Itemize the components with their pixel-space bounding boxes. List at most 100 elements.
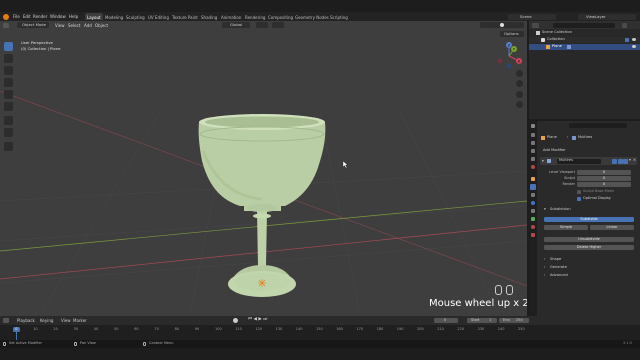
menu-object[interactable]: Object [95, 23, 108, 28]
eye-icon[interactable] [632, 38, 636, 41]
rotate-tool[interactable] [4, 78, 13, 87]
snap-toggle[interactable] [256, 22, 268, 28]
simple-button[interactable]: Simple [544, 225, 588, 230]
menu-view[interactable]: View [61, 319, 71, 323]
filter-icon[interactable] [622, 22, 627, 28]
linear-button[interactable]: Linear [590, 225, 634, 230]
pan-icon[interactable] [516, 80, 523, 87]
menu-add[interactable]: Add [84, 23, 92, 28]
menu-view[interactable]: View [55, 23, 65, 28]
properties-search-input[interactable] [569, 123, 627, 128]
menu-keying[interactable]: Keying [40, 319, 53, 323]
sculpt-base-mesh-checkbox[interactable]: Sculpt Base Mesh [577, 189, 632, 194]
checkbox-icon[interactable] [625, 38, 629, 42]
outliner-search-input[interactable] [553, 22, 615, 28]
eye-icon[interactable] [632, 45, 636, 48]
move-tool[interactable] [4, 66, 13, 75]
outliner-display-mode[interactable] [532, 22, 539, 28]
measure-tool[interactable] [4, 128, 13, 137]
camera-view-icon[interactable] [516, 91, 523, 98]
sculpt-level-field[interactable]: 0 [577, 176, 631, 181]
zoom-icon[interactable] [516, 70, 523, 77]
viewport-shading-buttons[interactable] [480, 22, 524, 28]
tab-scripting[interactable]: Scripting [328, 13, 350, 20]
transform-tool[interactable] [4, 102, 13, 111]
modifier-menu-chevron-icon[interactable]: ▾ [629, 158, 631, 162]
editmode-toggle-icon[interactable] [612, 158, 617, 164]
menu-help[interactable]: Help [69, 14, 78, 19]
tab-texture-paint[interactable]: Texture Paint [170, 13, 200, 20]
collapse-chevron-icon[interactable]: ▾ [542, 159, 544, 163]
tab-compositing[interactable]: Compositing [266, 13, 295, 20]
menu-render[interactable]: Render [33, 14, 47, 19]
render-tab-icon[interactable] [531, 133, 535, 137]
outliner-row[interactable]: Collection [529, 37, 640, 43]
output-tab-icon[interactable] [531, 141, 535, 145]
shape-subpanel-header[interactable]: › Shape [544, 257, 634, 263]
scene-selector[interactable]: Scene [508, 13, 556, 20]
options-dropdown[interactable]: Options [500, 31, 524, 37]
end-frame-field[interactable]: End 250 [499, 318, 529, 323]
proportional-edit-toggle[interactable] [272, 22, 284, 28]
menu-marker[interactable]: Marker [73, 319, 87, 323]
subdivide-button[interactable]: Subdivide [544, 217, 634, 222]
tab-animation[interactable]: Animation [219, 13, 243, 20]
goblet-model[interactable] [198, 114, 326, 297]
shading-solid-icon[interactable] [500, 23, 504, 27]
tab-uv-editing[interactable]: UV Editing [146, 13, 171, 20]
current-frame-field[interactable]: 0 [434, 318, 458, 323]
view-layer-tab-icon[interactable] [531, 149, 535, 153]
scale-tool[interactable] [4, 90, 13, 99]
cursor-tool[interactable] [4, 54, 13, 63]
scene-tab-icon[interactable] [531, 157, 535, 161]
blender-logo-icon[interactable] [3, 13, 9, 20]
physics-tab-icon[interactable] [531, 201, 535, 205]
tab-modeling[interactable]: Modeling [103, 13, 125, 20]
world-tab-icon[interactable] [531, 165, 535, 169]
level-viewport-field[interactable]: 0 [577, 170, 631, 175]
frame-ruler[interactable]: 0 10 20 30 40 50 60 70 80 90 100 110 120 130 140 150 160… [0, 325, 640, 340]
optimal-display-checkbox[interactable]: Optimal Display [577, 196, 632, 201]
navigation-gizmo[interactable]: Z X Y [494, 41, 524, 71]
modifier-name-field[interactable]: Multires [557, 158, 601, 164]
3d-viewport[interactable]: Object Mode View Select Add Object Globa… [0, 21, 527, 316]
object-tab-icon[interactable] [531, 177, 535, 181]
tab-layout[interactable]: Layout [85, 13, 103, 20]
generate-subpanel-header[interactable]: › Generate [544, 265, 634, 271]
tab-rendering[interactable]: Rendering [243, 13, 267, 20]
tool-tab-icon[interactable] [531, 124, 535, 128]
editor-type-icon[interactable] [3, 22, 9, 28]
editor-type-icon[interactable] [3, 318, 9, 323]
menu-window[interactable]: Window [50, 14, 66, 19]
tab-sculpting[interactable]: Sculpting [124, 13, 147, 20]
render-level-field[interactable]: 0 [577, 182, 631, 187]
menu-select[interactable]: Select [68, 23, 80, 28]
material-tab-icon[interactable] [531, 225, 535, 229]
advanced-subpanel-header[interactable]: › Advanced [544, 273, 634, 279]
annotate-tool[interactable] [4, 116, 13, 125]
delete-higher-button[interactable]: Delete Higher [544, 245, 634, 250]
particles-tab-icon[interactable] [531, 193, 535, 197]
constraints-tab-icon[interactable] [531, 209, 535, 213]
view-layer-selector[interactable]: ViewLayer [578, 13, 636, 20]
add-cube-tool[interactable] [4, 142, 13, 151]
remove-modifier-icon[interactable]: ✕ [633, 158, 636, 162]
texture-tab-icon[interactable] [531, 233, 535, 237]
outliner-row[interactable]: Plane [529, 44, 640, 50]
add-modifier-button[interactable]: Add Modifier [541, 148, 636, 154]
mode-selector[interactable]: Object Mode [17, 22, 49, 28]
transform-orientation[interactable]: Global [222, 22, 250, 28]
playback-controls[interactable]: ⏮ ◀ ▶ ⏭ [248, 317, 267, 323]
outliner-row[interactable]: Scene Collection [529, 30, 640, 36]
modifier-tab-icon[interactable] [530, 184, 536, 190]
render-toggle-icon[interactable] [623, 158, 628, 164]
menu-file[interactable]: File [13, 14, 20, 19]
record-button[interactable] [233, 318, 238, 323]
perspective-toggle-icon[interactable] [516, 101, 523, 108]
select-box-tool[interactable] [4, 42, 13, 51]
start-frame-field[interactable]: Start 1 [467, 318, 497, 323]
data-tab-icon[interactable] [531, 217, 535, 221]
realtime-toggle-icon[interactable] [617, 158, 623, 164]
tab-geometry-nodes[interactable]: Geometry Nodes [293, 13, 331, 20]
menu-playback[interactable]: Playback [17, 319, 35, 323]
